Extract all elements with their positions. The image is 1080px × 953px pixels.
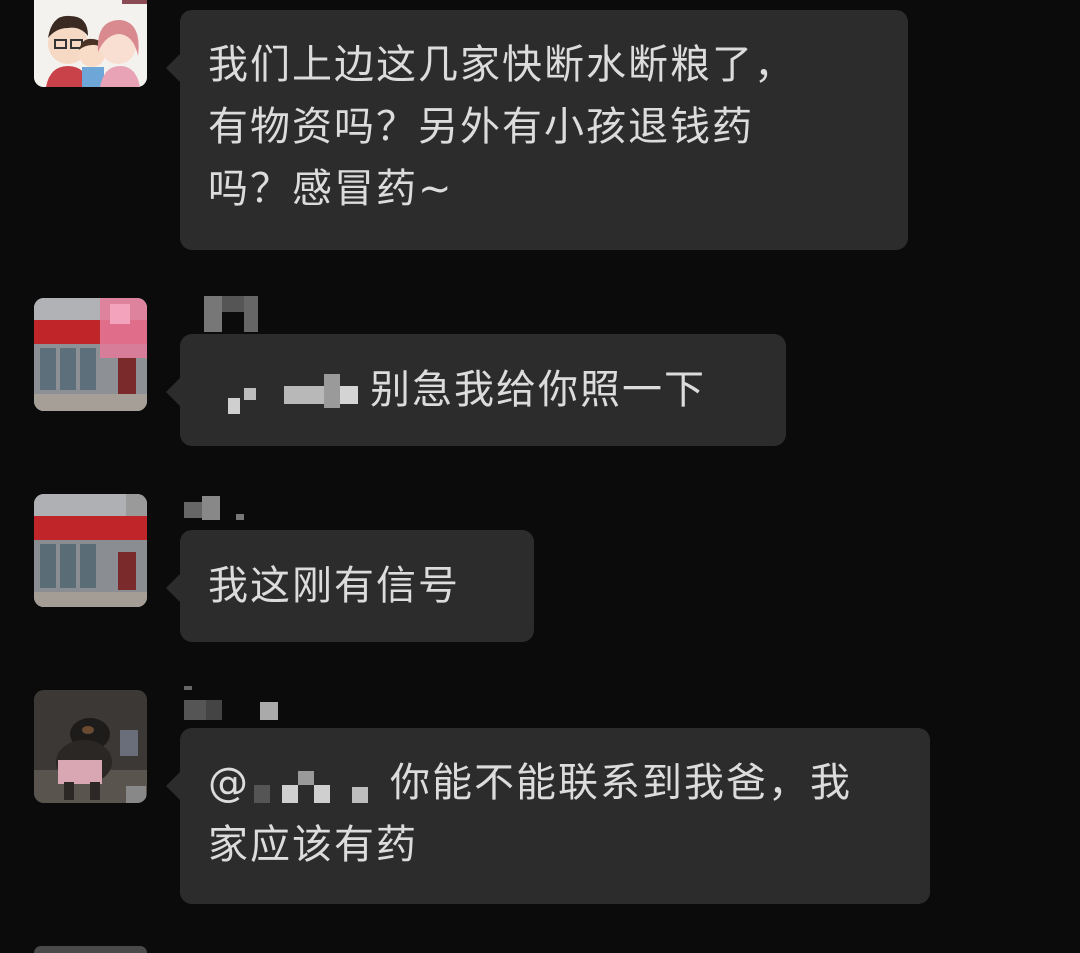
- message-line: 有物资吗？另外有小孩退钱药: [208, 104, 754, 150]
- storefront-photo-avatar[interactable]: [34, 494, 147, 607]
- message-bubble[interactable]: 我这刚有信号: [166, 530, 534, 642]
- message-line: 我们上边这几家快断水断粮了，: [208, 42, 796, 88]
- message-text: 你能不能联系到我爸，我: [390, 760, 852, 806]
- partial-avatar: [34, 946, 147, 953]
- message-text: 我这刚有信号: [208, 563, 460, 609]
- message-bubble[interactable]: @ 你能不能联系到我爸，我 家应该有药: [166, 728, 930, 904]
- sender-name-obscured: [184, 686, 284, 726]
- sender-name-obscured: [184, 296, 264, 336]
- message-line: @ 你能不能联系到我爸，我: [208, 752, 902, 814]
- storefront-photo-avatar[interactable]: [34, 298, 147, 411]
- message-line: 吗？感冒药~: [208, 166, 454, 212]
- cartoon-family-avatar[interactable]: [34, 0, 147, 87]
- mention-at-sign: @: [208, 760, 250, 806]
- dog-photo-avatar[interactable]: [34, 690, 147, 803]
- message-bubble[interactable]: 别急我给你照一下: [166, 334, 786, 446]
- mention-obscured: [250, 757, 390, 813]
- message-text: 别急我给你照一下: [370, 367, 706, 413]
- message-bubble[interactable]: 我们上边这几家快断水断粮了， 有物资吗？另外有小孩退钱药 吗？感冒药~: [166, 10, 908, 250]
- mention-obscured: [208, 364, 358, 420]
- message-line: 家应该有药: [208, 822, 418, 868]
